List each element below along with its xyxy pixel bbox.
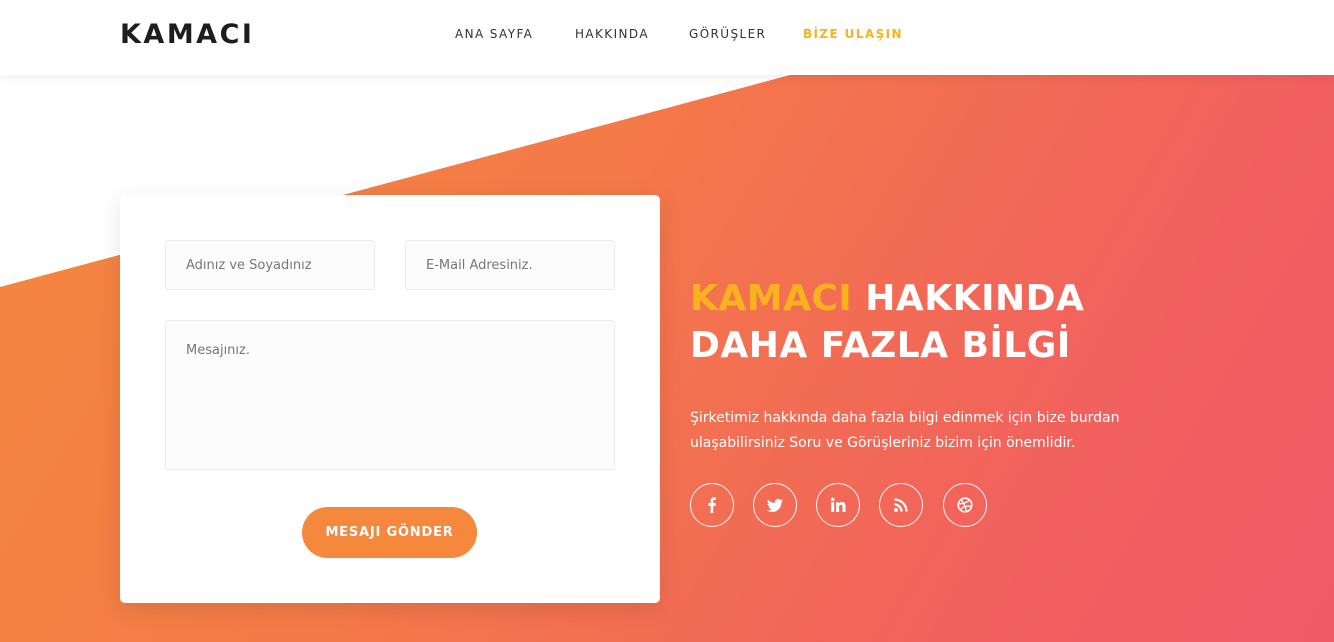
email-input[interactable] — [405, 240, 615, 290]
nav-item-ana-sayfa[interactable]: ANA SAYFA — [455, 27, 533, 41]
main-nav: ANA SAYFA HAKKINDA GÖRÜŞLER BİZE ULAŞIN — [0, 27, 1334, 47]
facebook-icon[interactable] — [690, 483, 734, 527]
info-title: KAMACI HAKKINDA DAHA FAZLA BİLGİ — [690, 275, 1210, 369]
info-description-line2: ulaşabilirsiniz Soru ve Görüşleriniz biz… — [690, 435, 1076, 451]
info-title-brand: KAMACI — [690, 278, 853, 319]
info-title-rest: HAKKINDA — [852, 278, 1085, 319]
nav-item-bize-ulasin[interactable]: BİZE ULAŞIN — [803, 27, 903, 41]
message-textarea[interactable] — [165, 320, 615, 470]
contact-form-card: MESAJI GÖNDER — [120, 195, 660, 603]
linkedin-icon[interactable] — [816, 483, 860, 527]
nav-item-hakkinda[interactable]: HAKKINDA — [575, 27, 649, 41]
info-description: Şirketimiz hakkında daha fazla bilgi edi… — [690, 406, 1170, 456]
info-title-line2: DAHA FAZLA BİLGİ — [690, 325, 1071, 366]
dribbble-icon[interactable] — [943, 483, 987, 527]
social-links — [690, 483, 1010, 527]
twitter-icon[interactable] — [753, 483, 797, 527]
rss-icon[interactable] — [879, 483, 923, 527]
send-message-button[interactable]: MESAJI GÖNDER — [302, 507, 477, 558]
name-input[interactable] — [165, 240, 375, 290]
info-section: KAMACI HAKKINDA DAHA FAZLA BİLGİ Şirketi… — [690, 275, 1210, 527]
site-header: KAMACI ANA SAYFA HAKKINDA GÖRÜŞLER BİZE … — [0, 0, 1334, 75]
info-description-line1: Şirketimiz hakkında daha fazla bilgi edi… — [690, 410, 1120, 426]
nav-item-gorusler[interactable]: GÖRÜŞLER — [689, 27, 766, 41]
